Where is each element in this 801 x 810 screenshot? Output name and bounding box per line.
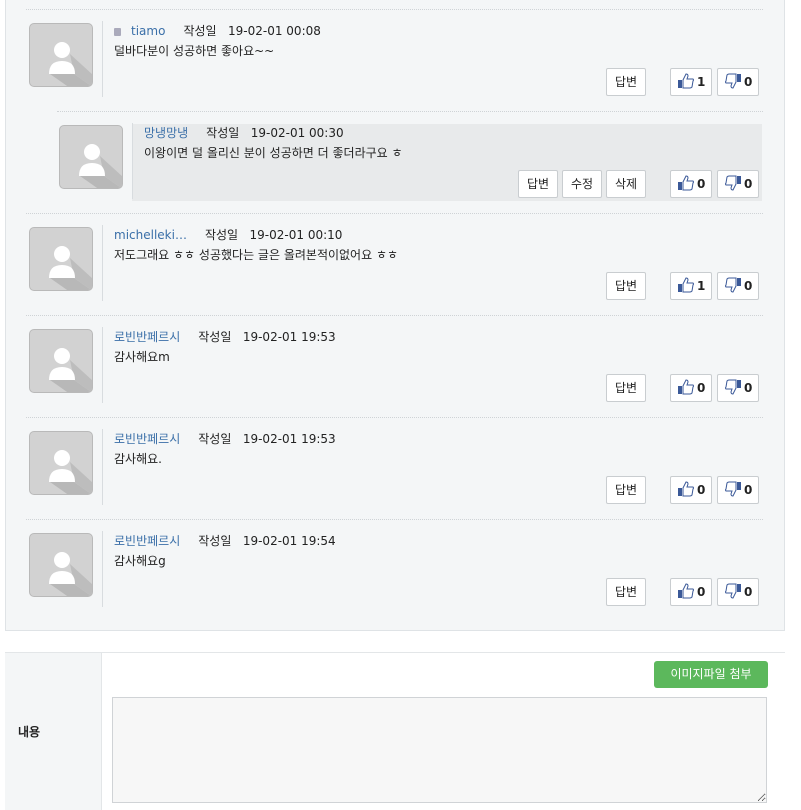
like-count: 0 xyxy=(697,381,706,395)
comment-body: 감사해요. xyxy=(114,452,162,466)
avatar xyxy=(29,329,93,393)
delete-button[interactable]: 삭제 xyxy=(606,170,646,198)
dislike-count: 0 xyxy=(744,381,753,395)
like-count: 1 xyxy=(697,75,706,89)
comment-meta: michelleki… 작성일 19-02-01 00:10 xyxy=(114,226,342,243)
thumbs-up-icon xyxy=(677,175,697,191)
author-name[interactable]: 로빈반페르시 xyxy=(114,432,180,446)
avatar xyxy=(29,23,93,87)
author-name[interactable]: 로빈반페르시 xyxy=(114,534,180,548)
comment-date: 19-02-01 00:30 xyxy=(250,126,344,140)
comment-meta: 로빈반페르시 작성일 19-02-01 19:53 xyxy=(114,430,336,447)
author-name[interactable]: tiamo xyxy=(131,24,165,38)
form-label-cell: 내용 xyxy=(5,653,102,810)
thumbs-down-icon xyxy=(724,73,744,89)
thumbs-down-icon xyxy=(724,175,744,191)
like-button[interactable]: 0 xyxy=(670,374,712,402)
dislike-button[interactable]: 0 xyxy=(717,272,759,300)
dislike-button[interactable]: 0 xyxy=(717,476,759,504)
content-label: 내용 xyxy=(18,725,41,739)
thumbs-up-icon xyxy=(677,277,697,293)
dislike-button[interactable]: 0 xyxy=(717,170,759,198)
like-count: 0 xyxy=(697,585,706,599)
thumbs-down-icon xyxy=(724,583,744,599)
comment-date: 19-02-01 00:08 xyxy=(228,24,321,38)
comment-divider xyxy=(26,519,763,520)
comment-body: 이왕이면 덜 올리신 분이 성공하면 더 좋더라구요 ㅎ xyxy=(144,146,403,160)
comment-vertical-line xyxy=(102,429,103,505)
comment-divider xyxy=(57,111,763,112)
thumbs-up-icon xyxy=(677,481,697,497)
dislike-count: 0 xyxy=(744,279,753,293)
avatar xyxy=(29,431,93,495)
attach-image-button[interactable]: 이미지파일 첨부 xyxy=(654,661,768,688)
date-label: 작성일 xyxy=(183,24,217,38)
reply-button[interactable]: 답변 xyxy=(518,170,558,198)
dislike-count: 0 xyxy=(744,585,753,599)
comment-date: 19-02-01 19:54 xyxy=(242,534,336,548)
comment-date: 19-02-01 00:10 xyxy=(249,228,343,242)
comment-meta: 망냉망냉 작성일 19-02-01 00:30 xyxy=(144,124,344,141)
like-count: 0 xyxy=(697,483,706,497)
comment-vertical-line xyxy=(132,123,133,199)
comment-vertical-line xyxy=(102,225,103,301)
thumbs-up-icon xyxy=(677,73,697,89)
thumbs-down-icon xyxy=(724,379,744,395)
dislike-count: 0 xyxy=(744,483,753,497)
comment-date: 19-02-01 19:53 xyxy=(242,330,336,344)
dislike-count: 0 xyxy=(744,75,753,89)
reply-button[interactable]: 답변 xyxy=(606,272,646,300)
comment-body: 덜바다분이 성공하면 좋아요~~ xyxy=(114,44,275,58)
avatar xyxy=(29,533,93,597)
thumbs-down-icon xyxy=(724,277,744,293)
like-button[interactable]: 0 xyxy=(670,578,712,606)
author-name[interactable]: 로빈반페르시 xyxy=(114,330,180,344)
comment-meta: 로빈반페르시 작성일 19-02-01 19:54 xyxy=(114,532,336,549)
comment-divider xyxy=(26,315,763,316)
comment-divider xyxy=(26,213,763,214)
comment-vertical-line xyxy=(102,21,103,97)
comment-body: 저도그래요 ㅎㅎ 성공했다는 글은 올려본적이없어요 ㅎㅎ xyxy=(114,248,399,262)
comment-date: 19-02-01 19:53 xyxy=(242,432,336,446)
thumbs-up-icon xyxy=(677,583,697,599)
comment-meta: 로빈반페르시 작성일 19-02-01 19:53 xyxy=(114,328,336,345)
dislike-button[interactable]: 0 xyxy=(717,374,759,402)
dislike-button[interactable]: 0 xyxy=(717,578,759,606)
dislike-count: 0 xyxy=(744,177,753,191)
author-name[interactable]: michelleki… xyxy=(114,228,187,242)
date-label: 작성일 xyxy=(198,432,232,446)
thumbs-up-icon xyxy=(677,379,697,395)
comment-textarea[interactable] xyxy=(112,697,767,803)
avatar xyxy=(29,227,93,291)
like-button[interactable]: 0 xyxy=(670,476,712,504)
like-button[interactable]: 0 xyxy=(670,170,712,198)
comment-vertical-line xyxy=(102,327,103,403)
reply-button[interactable]: 답변 xyxy=(606,68,646,96)
date-label: 작성일 xyxy=(198,330,232,344)
comment-divider xyxy=(26,417,763,418)
author-name[interactable]: 망냉망냉 xyxy=(144,126,188,140)
date-label: 작성일 xyxy=(198,534,232,548)
dislike-button[interactable]: 0 xyxy=(717,68,759,96)
avatar xyxy=(59,125,123,189)
like-button[interactable]: 1 xyxy=(670,272,712,300)
like-count: 0 xyxy=(697,177,706,191)
reply-button[interactable]: 답변 xyxy=(606,374,646,402)
like-button[interactable]: 1 xyxy=(670,68,712,96)
lock-icon xyxy=(114,28,121,36)
date-label: 작성일 xyxy=(204,228,239,242)
like-count: 1 xyxy=(697,279,706,293)
thumbs-down-icon xyxy=(724,481,744,497)
edit-button[interactable]: 수정 xyxy=(562,170,602,198)
reply-button[interactable]: 답변 xyxy=(606,476,646,504)
comment-body: 감사해요g xyxy=(114,554,166,568)
comment-divider xyxy=(26,9,763,10)
reply-button[interactable]: 답변 xyxy=(606,578,646,606)
date-label: 작성일 xyxy=(206,126,240,140)
comment-body: 감사해요m xyxy=(114,350,170,364)
comment-vertical-line xyxy=(102,531,103,607)
comment-form: 내용 이미지파일 첨부 xyxy=(5,652,785,810)
comment-meta: tiamo 작성일 19-02-01 00:08 xyxy=(114,22,321,39)
